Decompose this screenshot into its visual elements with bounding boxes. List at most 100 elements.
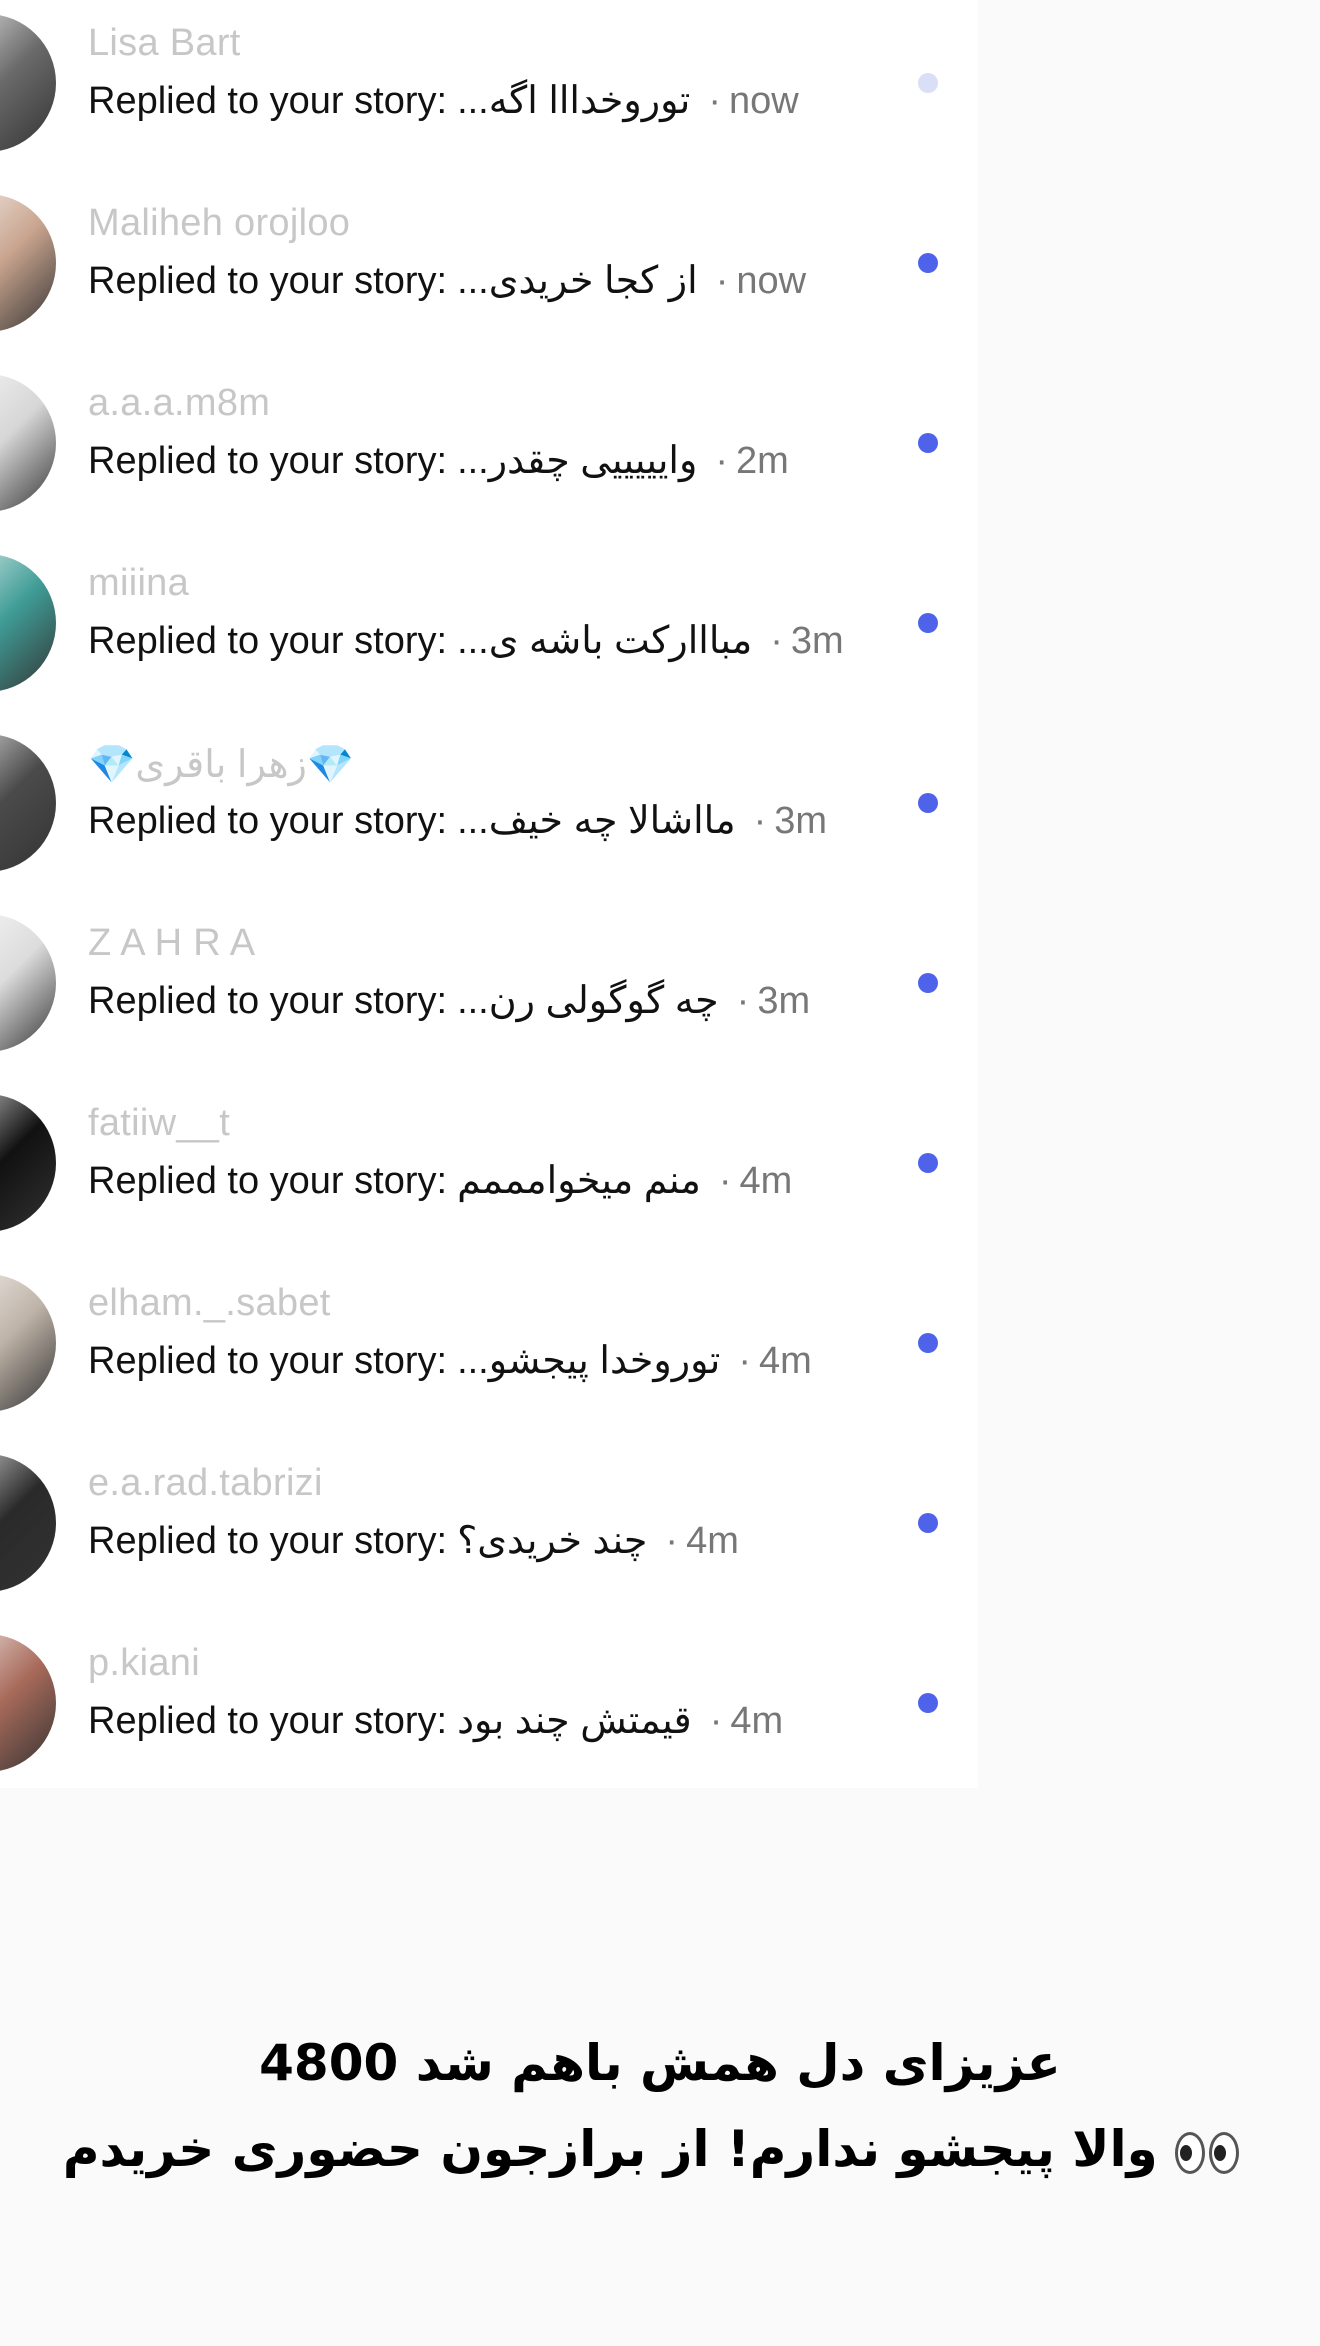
- notification-message: Replied to your story: منم میخوامممم · 4m: [88, 1158, 792, 1203]
- notification-row[interactable]: a.a.a.m8m Replied to your story: وایییییی …: [0, 360, 978, 540]
- separator: ·: [715, 260, 729, 302]
- avatar-image: [0, 914, 56, 1052]
- avatar-image: [0, 1634, 56, 1772]
- timestamp: 3m: [757, 980, 811, 1022]
- separator: ·: [709, 1700, 723, 1742]
- unread-dot-icon: [918, 613, 938, 633]
- unread-dot-icon: [918, 973, 938, 993]
- avatar-image: [0, 14, 56, 152]
- avatar[interactable]: [0, 194, 56, 332]
- reply-quote: قیمتش چند بود: [457, 1700, 692, 1742]
- avatar-image: [0, 1274, 56, 1412]
- avatar[interactable]: [0, 1454, 56, 1592]
- separator: ·: [665, 1520, 679, 1562]
- reply-quote: چند خریدی؟: [457, 1520, 648, 1562]
- notification-row[interactable]: 💎زهرا باقری💎 Replied to your story: مااشال…: [0, 720, 978, 900]
- notification-message: Replied to your story: قیمتش چند بود · 4m: [88, 1698, 783, 1743]
- timestamp: now: [729, 80, 799, 122]
- username[interactable]: fatiiw__t: [88, 1102, 230, 1145]
- avatar[interactable]: [0, 734, 56, 872]
- background-right: [978, 0, 1320, 1788]
- notification-row[interactable]: elham._.sabet Replied to your story: توروخ…: [0, 1260, 978, 1440]
- reply-prefix: Replied to your story:: [88, 260, 448, 302]
- notifications-panel: Lisa Bart Replied to your story: توروخدااا…: [0, 0, 978, 1788]
- avatar-image: [0, 1094, 56, 1232]
- reply-quote: توروخدا پیجشو...: [457, 1340, 721, 1382]
- reply-prefix: Replied to your story:: [88, 440, 448, 482]
- caption-line-1-text: عزیزای دل همش باهم شد 4800: [259, 2034, 1061, 2092]
- unread-dot-icon: [918, 433, 938, 453]
- notification-row[interactable]: p.kiani Replied to your story: قیمتش چند ب…: [0, 1620, 978, 1788]
- reply-quote: از کجا خریدی...: [457, 260, 698, 302]
- username[interactable]: e.a.rad.tabrizi: [88, 1462, 323, 1505]
- timestamp: 3m: [774, 800, 828, 842]
- reply-quote: مااشالا چه خیف...: [457, 800, 736, 842]
- avatar[interactable]: [0, 374, 56, 512]
- avatar[interactable]: [0, 554, 56, 692]
- notification-row[interactable]: fatiiw__t Replied to your story: منم میخوا…: [0, 1080, 978, 1260]
- notification-row[interactable]: miiina Replied to your story: مبااارکت باش…: [0, 540, 978, 720]
- reply-quote: چه گوگولی رن...: [457, 980, 719, 1022]
- timestamp: 4m: [686, 1520, 739, 1562]
- reply-prefix: Replied to your story:: [88, 1160, 448, 1202]
- separator: ·: [738, 1340, 751, 1382]
- notification-message: Replied to your story: توروخدا پیجشو... · 4…: [88, 1338, 812, 1383]
- timestamp: now: [736, 260, 807, 302]
- notification-message: Replied to your story: چند خریدی؟ · 4m: [88, 1518, 739, 1563]
- reply-quote: مبااارکت باشه ی...: [457, 620, 753, 662]
- avatar[interactable]: [0, 14, 56, 152]
- separator: ·: [715, 440, 728, 482]
- notification-row[interactable]: Z A H R A Replied to your story: چه گوگولی…: [0, 900, 978, 1080]
- reply-prefix: Replied to your story:: [88, 620, 448, 662]
- caption-line-2: والا پیجشو ندارم! از برازجون حضوری خریدم: [0, 2120, 1320, 2178]
- username[interactable]: Z A H R A: [88, 922, 255, 965]
- username[interactable]: p.kiani: [88, 1642, 200, 1685]
- avatar[interactable]: [0, 1274, 56, 1412]
- reply-prefix: Replied to your story:: [88, 980, 448, 1022]
- reply-prefix: Replied to your story:: [88, 1520, 448, 1562]
- avatar[interactable]: [0, 1094, 56, 1232]
- timestamp: 3m: [790, 620, 844, 662]
- username[interactable]: elham._.sabet: [88, 1282, 331, 1325]
- avatar-image: [0, 734, 56, 872]
- unread-dot-icon: [918, 1333, 938, 1353]
- unread-dot-icon: [918, 1693, 938, 1713]
- notification-message: Replied to your story: وایییییی چقدر... · 2…: [88, 438, 789, 483]
- notification-message: Replied to your story: مااشالا چه خیف... ·…: [88, 798, 827, 843]
- eyes-emoji-icon: [1175, 2120, 1243, 2178]
- notification-message: Replied to your story: از کجا خریدی... · no…: [88, 258, 806, 303]
- timestamp: 2m: [735, 440, 789, 482]
- timestamp: 4m: [758, 1340, 812, 1382]
- username[interactable]: a.a.a.m8m: [88, 382, 270, 425]
- reply-quote: توروخدااا اگه...: [457, 80, 691, 122]
- notification-message: Replied to your story: توروخدااا اگه... · n…: [88, 78, 799, 123]
- username[interactable]: 💎زهرا باقری💎: [88, 742, 354, 787]
- avatar-image: [0, 554, 56, 692]
- unread-dot-icon: [918, 1513, 938, 1533]
- separator: ·: [736, 980, 750, 1022]
- unread-dot-icon: [918, 1153, 938, 1173]
- notification-message: Replied to your story: مبااارکت باشه ی...…: [88, 618, 844, 663]
- separator: ·: [753, 800, 767, 842]
- avatar[interactable]: [0, 914, 56, 1052]
- timestamp: 4m: [730, 1700, 784, 1742]
- unread-dot-icon: [918, 253, 938, 273]
- username[interactable]: Lisa Bart: [88, 22, 241, 65]
- username[interactable]: Maliheh orojloo: [88, 202, 350, 245]
- unread-dot-icon: [918, 73, 938, 93]
- separator: ·: [718, 1160, 732, 1202]
- notification-row[interactable]: Lisa Bart Replied to your story: توروخدااا…: [0, 0, 978, 180]
- notification-message: Replied to your story: چه گوگولی رن... · 3m: [88, 978, 810, 1023]
- timestamp: 4m: [739, 1160, 793, 1202]
- reply-prefix: Replied to your story:: [88, 80, 448, 122]
- notification-row[interactable]: e.a.rad.tabrizi Replied to your story: چند…: [0, 1440, 978, 1620]
- caption-line-2-text: والا پیجشو ندارم! از برازجون حضوری خریدم: [62, 2120, 1158, 2178]
- separator: ·: [770, 620, 783, 662]
- notification-row[interactable]: Maliheh orojloo Replied to your story: از …: [0, 180, 978, 360]
- username[interactable]: miiina: [88, 562, 189, 605]
- avatar-image: [0, 194, 56, 332]
- reply-quote: منم میخوامممم: [457, 1160, 701, 1202]
- unread-dot-icon: [918, 793, 938, 813]
- avatar[interactable]: [0, 1634, 56, 1772]
- avatar-image: [0, 374, 56, 512]
